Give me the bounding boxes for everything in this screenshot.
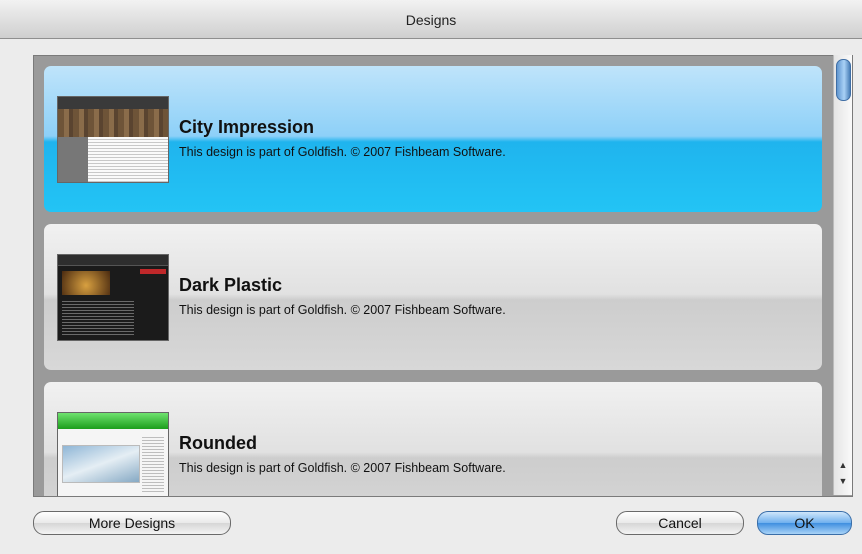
thumbnail-text [88,137,168,182]
thumbnail-header [58,413,168,429]
design-item-city-impression[interactable]: City Impression This design is part of G… [44,66,822,212]
design-name: Rounded [179,433,257,453]
scrollbar-thumb[interactable] [836,59,851,101]
thumbnail-header [58,97,168,109]
thumbnail-text [142,435,164,493]
scroll-down-icon[interactable]: ▼ [836,475,850,488]
design-thumbnail [57,96,169,183]
design-item-dark-plastic[interactable]: Dark Plastic This design is part of Gold… [44,224,822,370]
thumbnail-header [58,255,168,266]
thumbnail-photo [62,445,140,483]
ok-button[interactable]: OK [757,511,852,535]
design-description: This design is part of Goldfish. © 2007 … [179,461,506,475]
design-thumbnail [57,254,169,341]
design-list[interactable]: City Impression This design is part of G… [33,55,853,497]
design-thumbnail [57,412,169,496]
design-description: This design is part of Goldfish. © 2007 … [179,145,506,159]
cancel-button[interactable]: Cancel [616,511,744,535]
thumbnail-accent [140,269,166,274]
design-name: City Impression [179,117,315,137]
design-description: This design is part of Goldfish. © 2007 … [179,303,506,317]
designs-dialog: Designs City Impression This design is p… [0,0,862,554]
thumbnail-sidebar [58,137,88,182]
design-item-rounded[interactable]: Rounded This design is part of Goldfish.… [44,382,822,496]
thumbnail-photo [58,109,168,137]
thumbnail-text [62,299,134,337]
window-title: Designs [405,12,457,28]
more-designs-button[interactable]: More Designs [33,511,231,535]
thumbnail-photo [62,271,110,295]
scroll-up-icon[interactable]: ▲ [836,459,850,472]
title-bar[interactable]: Designs [0,0,862,39]
design-name: Dark Plastic [179,275,283,295]
vertical-scrollbar[interactable]: ▲ ▼ [833,55,852,495]
